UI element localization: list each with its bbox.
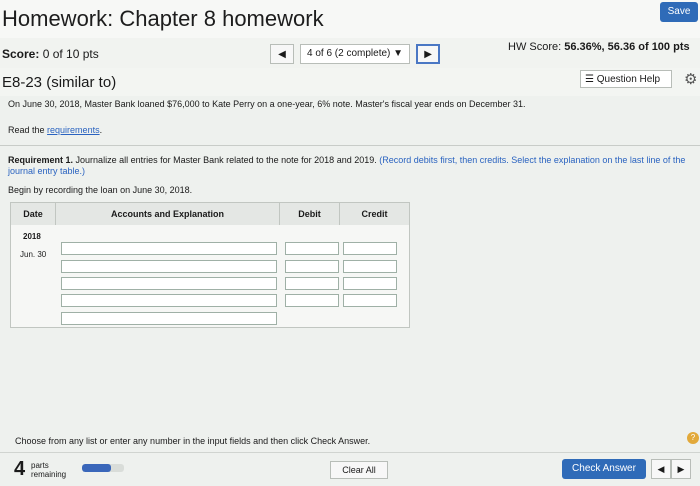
- parts-remaining-count: 4: [14, 458, 26, 480]
- question-selector[interactable]: 4 of 6 (2 complete) ▼: [300, 44, 411, 64]
- question-navigation: ◀ 4 of 6 (2 complete) ▼ ▶: [270, 44, 441, 64]
- parts-label-line2: remaining: [31, 470, 67, 479]
- score-value: 0 of 10 pts: [42, 47, 99, 61]
- accounts-header: Accounts and Explanation: [56, 203, 280, 225]
- credit-header: Credit: [340, 203, 409, 225]
- hw-score: HW Score: 56.36%, 56.36 of 100 pts: [508, 41, 690, 53]
- previous-part-button[interactable]: ◀: [651, 459, 671, 479]
- question-help-label: Question Help: [596, 74, 661, 85]
- question-icon[interactable]: ?: [687, 432, 699, 444]
- left-triangle-icon: ◀: [278, 48, 286, 60]
- parts-progress-fill: [82, 464, 112, 472]
- journal-date: Jun. 30: [20, 250, 47, 259]
- page-title: Homework: Chapter 8 homework: [2, 6, 324, 31]
- problem-id: E8-23 (similar to): [2, 74, 117, 91]
- explanation-input[interactable]: [61, 312, 277, 325]
- date-header: Date: [11, 203, 56, 225]
- account-input[interactable]: [61, 260, 277, 273]
- footer-instruction: Choose from any list or enter any number…: [15, 436, 371, 446]
- bottom-bar: 4 parts remaining Clear All Check Answer…: [0, 452, 700, 486]
- period: .: [99, 125, 103, 135]
- account-input[interactable]: [61, 242, 277, 255]
- check-answer-button[interactable]: Check Answer: [562, 459, 646, 479]
- divider: [0, 145, 700, 146]
- list-icon: ☰: [585, 74, 597, 85]
- previous-question-button[interactable]: ◀: [270, 44, 294, 64]
- right-triangle-icon: ▶: [424, 48, 432, 60]
- next-question-button[interactable]: ▶: [416, 44, 441, 64]
- save-button[interactable]: Save: [660, 2, 698, 22]
- debit-header: Debit: [280, 203, 340, 225]
- journal-table: Date Accounts and Explanation Debit Cred…: [10, 202, 410, 328]
- next-part-button[interactable]: ▶: [671, 459, 691, 479]
- score-label: Score:: [2, 47, 40, 61]
- credit-input[interactable]: [343, 277, 397, 290]
- debit-input[interactable]: [285, 294, 339, 307]
- down-triangle-icon: ▼: [393, 48, 404, 59]
- begin-instruction: Begin by recording the loan on June 30, …: [8, 185, 193, 195]
- part-pager: ◀ ▶: [651, 459, 691, 479]
- parts-label-line1: parts: [31, 461, 49, 470]
- problem-prompt: On June 30, 2018, Master Bank loaned $76…: [8, 99, 526, 109]
- requirement-text: Journalize all entries for Master Bank r…: [75, 155, 377, 165]
- question-help-button[interactable]: ☰ Question Help: [580, 70, 672, 88]
- question-position: 4 of 6 (2 complete): [307, 48, 391, 59]
- score-bar: Score: 0 of 10 pts ◀ 4 of 6 (2 complete)…: [0, 38, 700, 68]
- debit-input[interactable]: [285, 277, 339, 290]
- parts-progress-bar: [82, 464, 124, 472]
- score: Score: 0 of 10 pts: [2, 47, 99, 61]
- journal-year: 2018: [23, 232, 41, 241]
- debit-input[interactable]: [285, 260, 339, 273]
- gear-icon[interactable]: ⚙: [684, 70, 697, 88]
- hw-score-label: HW Score:: [508, 41, 562, 53]
- credit-input[interactable]: [343, 294, 397, 307]
- read-text: Read the: [8, 125, 45, 135]
- parts-remaining-label: parts remaining: [31, 461, 66, 479]
- left-triangle-icon: ◀: [657, 464, 665, 474]
- requirement: Requirement 1. Journalize all entries fo…: [8, 155, 698, 177]
- hw-score-value: 56.36%, 56.36 of 100 pts: [564, 41, 690, 53]
- credit-input[interactable]: [343, 260, 397, 273]
- requirement-label: Requirement 1.: [8, 155, 74, 165]
- problem-bar: E8-23 (similar to) ☰ Question Help ⚙: [0, 68, 700, 96]
- account-input[interactable]: [61, 294, 277, 307]
- account-input[interactable]: [61, 277, 277, 290]
- credit-input[interactable]: [343, 242, 397, 255]
- requirements-link[interactable]: requirements: [47, 125, 100, 135]
- clear-all-button[interactable]: Clear All: [330, 461, 388, 479]
- right-triangle-icon: ▶: [677, 464, 685, 474]
- read-requirements: Read the requirements.: [8, 125, 102, 135]
- header-bar: Homework: Chapter 8 homework Save: [0, 0, 700, 39]
- debit-input[interactable]: [285, 242, 339, 255]
